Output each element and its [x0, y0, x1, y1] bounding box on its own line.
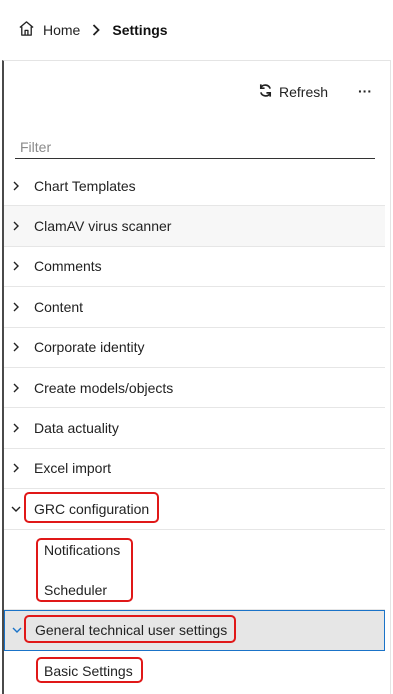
tree-node-label: Chart Templates [34, 177, 136, 194]
chevron-right-icon [90, 24, 102, 36]
chevron-right-icon[interactable] [11, 342, 21, 352]
tree-node-label: ClamAV virus scanner [34, 218, 172, 235]
filter-input[interactable] [15, 135, 375, 159]
chevron-right-icon[interactable] [11, 221, 21, 231]
tree-child-label: Scheduler [44, 581, 108, 598]
tree-node-label: Data actuality [34, 420, 119, 437]
settings-tree: Chart Templates ClamAV virus scanner Com… [4, 166, 385, 691]
tree-node-label: Corporate identity [34, 339, 145, 356]
refresh-label: Refresh [279, 84, 329, 100]
tree-child-label: Basic Settings [44, 662, 133, 679]
tree-child-basic-settings[interactable]: Basic Settings [4, 651, 385, 691]
tree-node-corporate-identity[interactable]: Corporate identity [4, 328, 385, 368]
toolbar: Refresh ··· [4, 61, 390, 123]
tree-child-notifications[interactable]: Notifications [4, 530, 385, 570]
tree-node-general-technical-user-settings[interactable]: General technical user settings [4, 610, 385, 651]
tree-node-chart-templates[interactable]: Chart Templates [4, 166, 385, 207]
chevron-right-icon[interactable] [11, 463, 21, 473]
chevron-right-icon[interactable] [11, 302, 21, 312]
breadcrumb-home-label: Home [43, 22, 81, 38]
chevron-right-icon[interactable] [11, 261, 21, 271]
tree-node-create-models-objects[interactable]: Create models/objects [4, 368, 385, 409]
tree-node-label: Content [34, 298, 84, 315]
chevron-right-icon[interactable] [11, 423, 21, 433]
tree-child-label: Notifications [44, 541, 121, 558]
tree-node-label: Comments [34, 258, 102, 275]
tree-node-clamav-virus-scanner[interactable]: ClamAV virus scanner [4, 206, 385, 247]
refresh-button[interactable]: Refresh [258, 83, 328, 101]
tree-node-label: Create models/objects [34, 379, 174, 396]
tree-node-label: General technical user settings [35, 622, 228, 639]
tree-child-scheduler[interactable]: Scheduler [4, 570, 385, 611]
tree-node-grc-configuration[interactable]: GRC configuration [4, 489, 385, 530]
settings-panel: Refresh ··· Chart Templates ClamAV virus… [2, 60, 391, 694]
chevron-right-icon[interactable] [11, 181, 21, 191]
breadcrumb-home[interactable]: Home [18, 20, 80, 40]
tree-node-excel-import[interactable]: Excel import [4, 449, 385, 490]
more-options-button[interactable]: ··· [358, 83, 372, 99]
chevron-right-icon[interactable] [11, 383, 21, 393]
refresh-icon [258, 83, 279, 101]
breadcrumb-current: Settings [112, 22, 168, 38]
tree-node-content[interactable]: Content [4, 287, 385, 328]
chevron-down-icon[interactable] [11, 504, 21, 514]
tree-node-data-actuality[interactable]: Data actuality [4, 408, 385, 449]
home-icon [18, 20, 43, 40]
tree-node-comments[interactable]: Comments [4, 247, 385, 288]
tree-node-label: GRC configuration [34, 500, 150, 517]
tree-node-label: Excel import [34, 460, 112, 477]
chevron-down-icon[interactable] [12, 625, 22, 635]
breadcrumb: Home Settings [0, 0, 393, 60]
